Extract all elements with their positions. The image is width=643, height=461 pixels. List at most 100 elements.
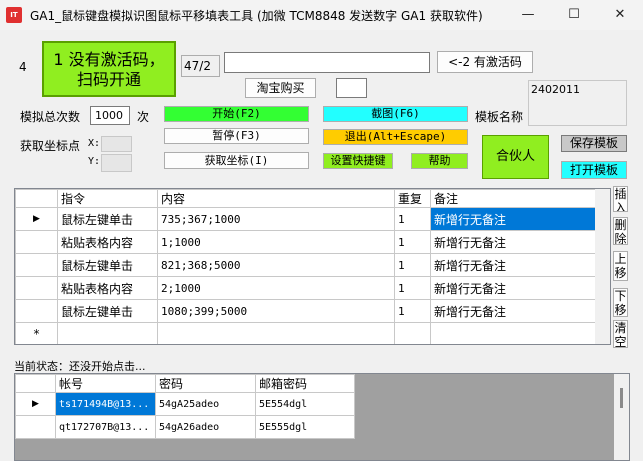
status-text: 当前状态：还没开始点击...: [14, 360, 146, 373]
y-value: [101, 154, 132, 172]
cell-command[interactable]: 鼠标左键单击: [57, 299, 158, 323]
cell-password[interactable]: 54gA25adeo: [155, 392, 256, 416]
total-count-input[interactable]: 1000: [90, 106, 130, 125]
row-header[interactable]: [15, 415, 56, 439]
table-row[interactable]: 粘贴表格内容 1;1000 1 新增行无备注: [15, 230, 596, 254]
cell-command[interactable]: 粘贴表格内容: [57, 276, 158, 300]
small-input-box[interactable]: [336, 78, 367, 98]
cell-repeat[interactable]: 1: [394, 276, 431, 300]
table-row[interactable]: ▶ ts171494B@13... 54gA25adeo 5E554dgl: [15, 392, 355, 416]
insert-button[interactable]: 插入: [613, 186, 628, 212]
cell-content[interactable]: 735;367;1000: [157, 207, 395, 231]
cell-command[interactable]: 粘贴表格内容: [57, 230, 158, 254]
col-header-command[interactable]: 指令: [57, 189, 158, 208]
cell-repeat[interactable]: [394, 322, 431, 344]
screenshot-button[interactable]: 截图(F6): [323, 106, 468, 122]
row-header[interactable]: [15, 276, 58, 300]
taobao-buy-button[interactable]: 淘宝购买: [245, 78, 316, 98]
cell-command[interactable]: 鼠标左键单击: [57, 207, 158, 231]
cell-mail-password[interactable]: 5E554dgl: [255, 392, 355, 416]
window-title: GA1_鼠标键盘模拟识图鼠标平移填表工具 (加微 TCM8848 发送数字 GA…: [30, 9, 483, 23]
start-button[interactable]: 开始(F2): [164, 106, 309, 122]
account-grid[interactable]: 帐号 密码 邮箱密码 ▶ ts171494B@13... 54gA25adeo …: [14, 373, 630, 461]
current-row-marker[interactable]: ▶: [15, 392, 56, 416]
move-down-button[interactable]: 下移: [613, 288, 628, 317]
corner-cell: [15, 189, 58, 208]
maximize-button[interactable]: ☐: [551, 0, 597, 30]
account-grid-scrollbar[interactable]: [614, 374, 629, 460]
get-coord-button[interactable]: 获取坐标(I): [164, 152, 309, 169]
coord-label: 获取坐标点: [20, 139, 81, 153]
cell-note[interactable]: 新增行无备注: [430, 276, 596, 300]
table-row[interactable]: ▶ 鼠标左键单击 735;367;1000 1 新增行无备注: [15, 207, 596, 231]
pause-button[interactable]: 暂停(F3): [164, 128, 309, 144]
cell-content[interactable]: 821;368;5000: [157, 253, 395, 277]
template-name-label: 模板名称: [475, 110, 524, 124]
number-label: 4: [19, 60, 27, 74]
table-row[interactable]: 鼠标左键单击 1080;399;5000 1 新增行无备注: [15, 299, 596, 323]
col-header-content[interactable]: 内容: [157, 189, 395, 208]
row-header[interactable]: [15, 230, 58, 254]
col-header-account[interactable]: 帐号: [55, 374, 156, 393]
cell-account[interactable]: ts171494B@13...: [55, 392, 156, 416]
cell-mail-password[interactable]: 5E555dgl: [255, 415, 355, 439]
page-indicator: 47/2: [181, 55, 220, 77]
close-button[interactable]: ✕: [597, 0, 643, 30]
partner-button[interactable]: 合伙人: [482, 135, 549, 179]
move-up-button[interactable]: 上移: [613, 251, 628, 281]
y-label: Y:: [88, 156, 101, 167]
new-row[interactable]: *: [15, 322, 596, 344]
col-header-repeat[interactable]: 重复: [394, 189, 431, 208]
scrollbar-thumb[interactable]: [620, 388, 623, 408]
cell-content[interactable]: 2;1000: [157, 276, 395, 300]
command-grid[interactable]: 指令 内容 重复 备注 ▶ 鼠标左键单击 735;367;1000 1 新增行无…: [14, 188, 611, 345]
cell-content[interactable]: 1080;399;5000: [157, 299, 395, 323]
table-row[interactable]: 粘贴表格内容 2;1000 1 新增行无备注: [15, 276, 596, 300]
cell-account[interactable]: qt172707B@13...: [55, 415, 156, 439]
new-row-marker[interactable]: *: [15, 322, 58, 344]
row-header[interactable]: [15, 253, 58, 277]
cell-content[interactable]: [157, 322, 395, 344]
current-row-marker[interactable]: ▶: [15, 207, 58, 231]
activate-button[interactable]: <-2 有激活码: [437, 51, 533, 73]
x-label: X:: [88, 138, 101, 149]
app-icon: IT: [6, 7, 22, 23]
account-grid-header: 帐号 密码 邮箱密码: [15, 374, 355, 393]
title-bar: IT GA1_鼠标键盘模拟识图鼠标平移填表工具 (加微 TCM8848 发送数字…: [0, 0, 643, 30]
cell-note[interactable]: 新增行无备注: [430, 253, 596, 277]
col-header-mail-password[interactable]: 邮箱密码: [255, 374, 355, 393]
table-row[interactable]: 鼠标左键单击 821;368;5000 1 新增行无备注: [15, 253, 596, 277]
table-row[interactable]: qt172707B@13... 54gA26adeo 5E555dgl: [15, 415, 355, 439]
help-button[interactable]: 帮助: [411, 153, 468, 169]
cell-note[interactable]: 新增行无备注: [430, 230, 596, 254]
cell-note[interactable]: 新增行无备注: [430, 207, 596, 231]
cell-note[interactable]: 新增行无备注: [430, 299, 596, 323]
code-display: 2402011: [528, 80, 627, 126]
activation-banner-button[interactable]: 1 没有激活码， 扫码开通: [42, 41, 176, 97]
cell-command[interactable]: 鼠标左键单击: [57, 253, 158, 277]
col-header-password[interactable]: 密码: [155, 374, 256, 393]
col-header-note[interactable]: 备注: [430, 189, 596, 208]
cell-repeat[interactable]: 1: [394, 207, 431, 231]
clear-button[interactable]: 清空: [613, 320, 628, 348]
row-header[interactable]: [15, 299, 58, 323]
set-shortcut-button[interactable]: 设置快捷键: [323, 153, 393, 169]
times-unit-label: 次: [137, 110, 150, 124]
cell-repeat[interactable]: 1: [394, 253, 431, 277]
command-grid-scrollbar[interactable]: [595, 189, 610, 344]
cell-content[interactable]: 1;1000: [157, 230, 395, 254]
open-template-button[interactable]: 打开模板: [561, 161, 627, 179]
activation-code-input[interactable]: [224, 52, 430, 73]
x-value: [101, 136, 132, 152]
save-template-button[interactable]: 保存模板: [561, 135, 627, 152]
exit-button[interactable]: 退出(Alt+Escape): [323, 129, 468, 145]
corner-cell: [15, 374, 56, 393]
minimize-button[interactable]: —: [505, 0, 551, 30]
delete-button[interactable]: 删除: [613, 217, 628, 245]
cell-repeat[interactable]: 1: [394, 299, 431, 323]
cell-command[interactable]: [57, 322, 158, 344]
total-count-label: 模拟总次数: [20, 110, 81, 124]
cell-note[interactable]: [430, 322, 596, 344]
cell-password[interactable]: 54gA26adeo: [155, 415, 256, 439]
cell-repeat[interactable]: 1: [394, 230, 431, 254]
